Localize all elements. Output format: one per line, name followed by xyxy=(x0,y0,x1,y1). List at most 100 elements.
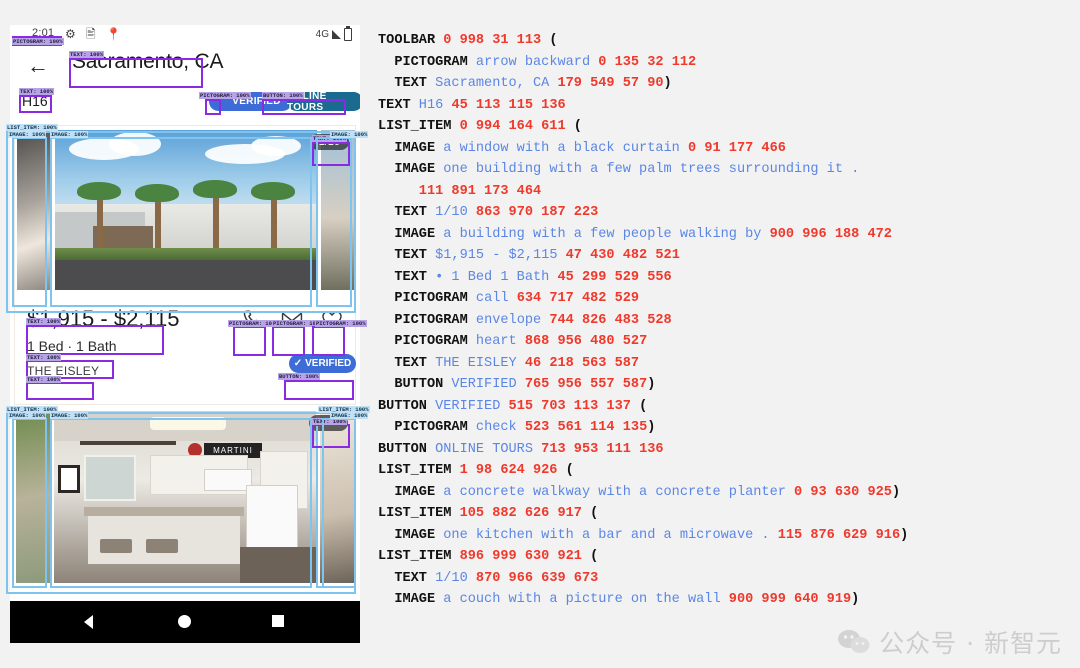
tree-token-ty: LIST_ITEM xyxy=(378,549,460,564)
tree-token-tx: a building with a few people walking by xyxy=(443,226,770,242)
battery-icon xyxy=(344,26,352,41)
heart-icon[interactable] xyxy=(315,304,349,334)
hedge-shape xyxy=(55,248,317,260)
tree-line: TEXT THE EISLEY 46 218 563 587 xyxy=(378,353,1078,375)
tree-line: IMAGE a window with a black curtain 0 91… xyxy=(378,138,1078,160)
annotation-label: IMAGE: 100% xyxy=(8,412,47,419)
tree-token-nu: 115 876 629 916 xyxy=(777,527,901,543)
tree-token-ty: TEXT xyxy=(378,97,419,113)
gallery2-image-next[interactable] xyxy=(320,411,354,583)
road-shape xyxy=(55,260,317,290)
tree-token-nu: 0 91 177 466 xyxy=(688,140,786,156)
tree-token-nu: 0 93 630 925 xyxy=(794,484,892,500)
recents-square-icon[interactable] xyxy=(272,615,284,627)
tree-line: TEXT $1,915 - $2,115 47 430 482 521 xyxy=(378,245,1078,267)
tree-line: TEXT 1/10 870 966 639 673 xyxy=(378,568,1078,590)
tree-line: TEXT • 1 Bed 1 Bath 45 299 529 556 xyxy=(378,267,1078,289)
back-triangle-icon[interactable] xyxy=(84,615,93,629)
tree-token-nu: 105 882 626 917 xyxy=(459,506,582,521)
app-toolbar: ← Sacramento, CA xyxy=(10,47,360,87)
tree-token-ty: BUTTON xyxy=(378,377,452,392)
tree-token-tx: heart xyxy=(475,334,525,349)
tree-token-tx: H16 xyxy=(418,97,452,113)
tree-token-ty: PICTOGRAM xyxy=(378,420,476,435)
wall-picture xyxy=(58,465,80,493)
gallery-image-next[interactable] xyxy=(321,130,355,290)
gallery-image-prev[interactable] xyxy=(17,130,51,290)
tree-token-tx: Sacramento, CA xyxy=(435,76,558,91)
tree-line: BUTTON VERIFIED 765 956 557 587) xyxy=(378,374,1078,396)
gallery2-image-current[interactable]: MARTINI xyxy=(54,411,316,583)
annotated-phone-pane: 2:01 ⚙ 🖹 📍 4G ← Sacramento, CA H16 ✓ VER xyxy=(0,0,370,668)
tree-token-ty: LIST_ITEM xyxy=(378,463,460,478)
tree-token-ty: BUTTON xyxy=(378,398,436,414)
tree-token-tx: a concrete walkway with a concrete plant… xyxy=(443,484,795,500)
tree-token-tx: ONLINE TOURS xyxy=(435,441,542,457)
tree-line: TEXT Sacramento, CA 179 549 57 90) xyxy=(378,73,1078,95)
tree-token-tx: call xyxy=(475,291,517,306)
gallery-image-current[interactable] xyxy=(55,130,317,290)
listing-gallery[interactable]: 1/10 xyxy=(15,126,357,296)
tree-token-ty: LIST_ITEM xyxy=(378,506,460,521)
network-label: 4G xyxy=(315,29,329,40)
tree-line: LIST_ITEM 1 98 624 926 ( xyxy=(378,460,1078,482)
bar-stool xyxy=(100,539,132,553)
tree-token-pn: ) xyxy=(647,377,656,392)
ui-parse-tree: TOOLBAR 0 998 31 113 ( PICTOGRAM arrow b… xyxy=(378,30,1078,611)
tree-token-tx: THE EISLEY xyxy=(435,355,525,371)
tree-token-nu: 45 113 115 136 xyxy=(451,97,566,113)
tree-token-ty: LIST_ITEM xyxy=(378,119,460,134)
palm-frond xyxy=(135,184,179,202)
verified-button[interactable]: ✓ VERIFIED xyxy=(289,354,356,373)
tree-token-nu: 713 953 111 136 xyxy=(541,441,664,457)
listing-card[interactable]: 1/10 $1,915 - $2,115 1 Bed · 1 Bath THE … xyxy=(14,125,356,405)
palm-frond xyxy=(193,180,237,198)
call-icon[interactable] xyxy=(235,304,269,334)
home-circle-icon[interactable] xyxy=(178,615,191,628)
tree-line: LIST_ITEM 896 999 630 921 ( xyxy=(378,546,1078,568)
listing-gallery-2[interactable]: MARTINI 1/10 xyxy=(14,409,356,585)
gallery2-image-prev[interactable] xyxy=(16,411,50,583)
location-pin-icon: 📍 xyxy=(106,27,121,41)
tree-token-nu: 0 135 32 112 xyxy=(598,54,697,70)
tree-token-nu: 896 999 630 921 xyxy=(459,549,582,564)
annotation-label: TEXT: 100% xyxy=(26,318,62,325)
tree-token-nu: 515 703 113 137 xyxy=(508,398,631,414)
tree-line: PICTOGRAM check 523 561 114 135) xyxy=(378,417,1078,439)
tree-token-ty: PICTOGRAM xyxy=(378,54,476,70)
tree-line: IMAGE one kitchen with a bar and a micro… xyxy=(378,525,1078,547)
tree-token-nu: 863 970 187 223 xyxy=(475,205,599,220)
annotation-label: TEXT: 100% xyxy=(26,376,62,383)
tree-token-ty: IMAGE xyxy=(378,484,444,500)
annotation-label: TEXT: 100% xyxy=(312,418,348,425)
tree-line: BUTTON ONLINE TOURS 713 953 111 136 xyxy=(378,439,1078,461)
tree-line: LIST_ITEM 105 882 626 917 ( xyxy=(378,503,1078,525)
annotation-label: TEXT: 100% xyxy=(26,354,62,361)
check-icon: ✓ xyxy=(293,358,303,369)
pot-rail xyxy=(80,441,176,445)
microwave xyxy=(204,469,252,491)
annotation-label: BUTTON: 100% xyxy=(278,373,320,380)
tree-token-ty: IMAGE xyxy=(378,592,444,607)
h16-label: H16 xyxy=(22,93,48,109)
tree-token-nu: 868 956 480 527 xyxy=(524,334,648,349)
tree-token-ty: TEXT xyxy=(378,269,436,285)
tree-token-pn: ( xyxy=(581,549,599,564)
annotation-label: IMAGE: 100% xyxy=(8,131,47,138)
tree-line: PICTOGRAM envelope 744 826 483 528 xyxy=(378,310,1078,332)
tree-token-nu: 765 956 557 587 xyxy=(524,377,648,392)
ceiling-light xyxy=(150,417,226,430)
tree-token-tx: VERIFIED xyxy=(435,398,509,414)
tree-line: TOOLBAR 0 998 31 113 ( xyxy=(378,30,1078,52)
envelope-icon[interactable] xyxy=(275,304,309,334)
cloud-shape xyxy=(251,136,301,156)
tree-token-ty: TEXT xyxy=(378,248,436,263)
annotation-label: BUTTON: 100% xyxy=(262,92,304,99)
tree-token-nu: 900 996 188 472 xyxy=(769,226,892,242)
tree-token-pn: ( xyxy=(565,119,582,134)
tree-token-tx: a couch with a picture on the wall xyxy=(443,592,729,607)
annotation-label: PICTOGRAM: 100% xyxy=(199,92,251,99)
arrow-backward-icon[interactable]: ← xyxy=(27,53,49,79)
tree-token-pn: ( xyxy=(541,33,558,48)
tree-token-ty: TOOLBAR xyxy=(378,33,444,48)
